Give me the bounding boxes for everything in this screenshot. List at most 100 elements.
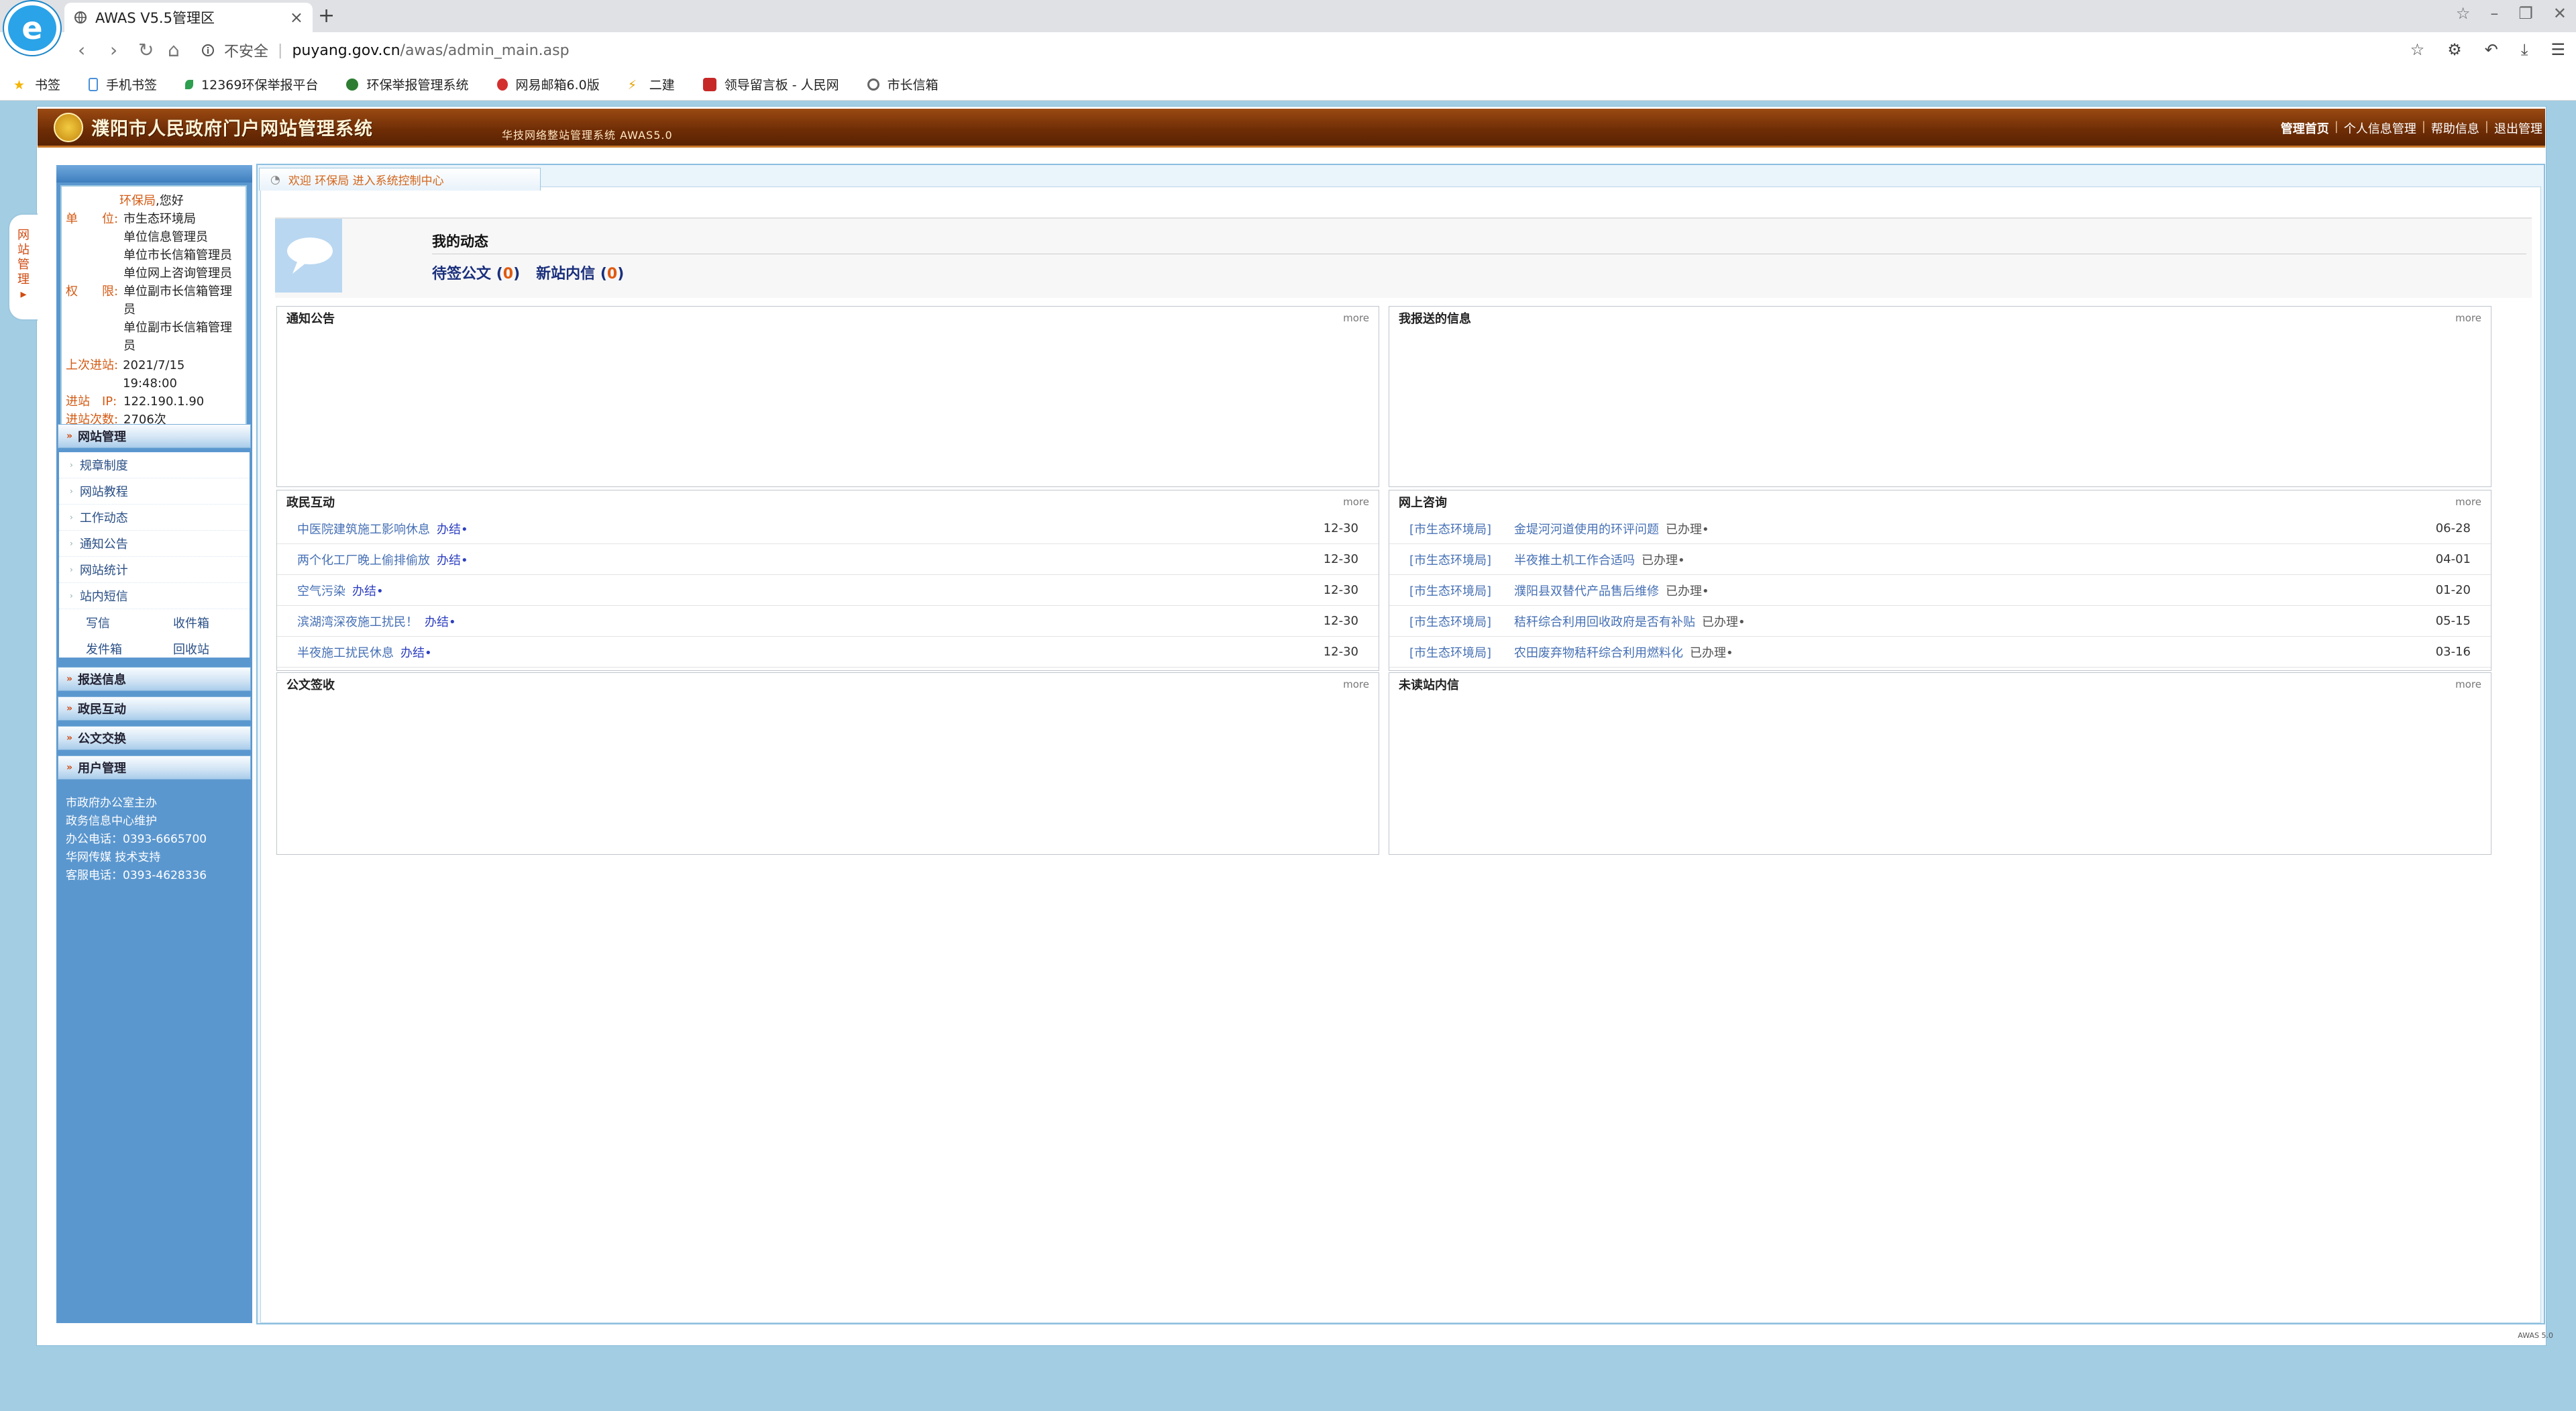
list-item[interactable]: 滨湖湾深夜施工扰民！ 办结• 12-30 bbox=[277, 606, 1379, 637]
nav-item-notices[interactable]: › 通知公告 bbox=[59, 531, 250, 557]
message-subrow: 发件箱 回收站 bbox=[59, 635, 250, 662]
bookmark-item[interactable]: 市长信箱 bbox=[867, 75, 938, 93]
minimize-button[interactable]: – bbox=[2490, 4, 2498, 23]
link-separator: | bbox=[2421, 119, 2426, 134]
system-name: 华技网络整站管理系统 AWAS5.0 bbox=[502, 129, 673, 142]
list-item[interactable]: [市生态环境局] 金堤河河道使用的环评问题 已办理• 06-28 bbox=[1389, 513, 2491, 544]
list-item[interactable]: 两个化工厂晚上偷排偷放 办结• 12-30 bbox=[277, 544, 1379, 575]
perm-line: 单位副市长信箱管理员 bbox=[123, 284, 232, 317]
double-arrow-icon: » bbox=[66, 733, 73, 743]
bookmark-item[interactable]: 网易邮箱6.0版 bbox=[496, 75, 600, 93]
header-links: 管理首页 | 个人信息管理 | 帮助信息 | 退出管理 bbox=[2281, 119, 2542, 137]
bookmark-item[interactable]: ⚡ 二建 bbox=[628, 75, 675, 93]
list-item[interactable]: [市生态环境局] 秸秆综合利用回收政府是否有补贴 已办理• 05-15 bbox=[1389, 606, 2491, 637]
last-login-label: 上次进站: bbox=[66, 358, 119, 372]
list-item[interactable]: 半夜施工扰民休息 办结• 12-30 bbox=[277, 637, 1379, 668]
footer-line: 办公电话：0393-6665700 bbox=[66, 833, 207, 846]
menu-icon[interactable]: ☰ bbox=[2551, 40, 2565, 59]
panel-title: 网上咨询 bbox=[1399, 496, 1447, 510]
window-controls: ☆ – ❐ ✕ bbox=[2456, 4, 2567, 23]
close-window-button[interactable]: ✕ bbox=[2553, 4, 2567, 23]
double-arrow-icon: » bbox=[66, 762, 73, 773]
list-item[interactable]: [市生态环境局] 濮阳县双替代产品售后维修 已办理• 01-20 bbox=[1389, 575, 2491, 606]
link-personal-info[interactable]: 个人信息管理 bbox=[2344, 119, 2416, 137]
browser-tab[interactable]: AWAS V5.5管理区 × bbox=[64, 3, 313, 32]
favorite-icon[interactable]: ☆ bbox=[2456, 4, 2471, 23]
info-icon[interactable] bbox=[201, 44, 215, 57]
list-item[interactable]: 空气污染 办结• 12-30 bbox=[277, 575, 1379, 606]
nav-section-interaction[interactable]: » 政民互动 bbox=[58, 696, 251, 721]
consult-panel: 网上咨询 more [市生态环境局] 金堤河河道使用的环评问题 已办理• 06-28 [… bbox=[1389, 490, 2491, 671]
url-host: puyang.gov.cn bbox=[292, 42, 400, 59]
browser-logo-icon[interactable]: e bbox=[4, 1, 60, 55]
pending-docs-link[interactable]: 待签公文 (0) bbox=[432, 262, 520, 283]
side-tab-char: 站 bbox=[17, 243, 30, 257]
maximize-button[interactable]: ❐ bbox=[2518, 4, 2533, 23]
nav-section-report[interactable]: » 报送信息 bbox=[58, 667, 251, 691]
unit-label: 单 位: bbox=[66, 212, 119, 226]
tab-close-icon[interactable]: × bbox=[290, 8, 303, 27]
more-link[interactable]: more bbox=[2455, 312, 2481, 324]
bookmark-item[interactable]: 12369环保举报平台 bbox=[185, 75, 318, 93]
link-help[interactable]: 帮助信息 bbox=[2431, 119, 2479, 137]
footer-line: 政务信息中心维护 bbox=[66, 815, 157, 828]
list-item[interactable]: 中医院建筑施工影响休息 办结• 12-30 bbox=[277, 513, 1379, 544]
reload-button[interactable]: ↻ bbox=[138, 39, 154, 61]
more-link[interactable]: more bbox=[1343, 678, 1369, 690]
more-link[interactable]: more bbox=[2455, 496, 2481, 508]
nav-sub-outbox[interactable]: 发件箱 bbox=[86, 640, 133, 658]
nav-item-messages[interactable]: › 站内短信 bbox=[59, 583, 250, 609]
bookmarks-bar: ★ 书签 手机书签 12369环保举报平台 环保举报管理系统 网易邮箱6.0版 ⚡… bbox=[0, 68, 2576, 101]
home-button[interactable]: ⌂ bbox=[168, 39, 180, 61]
footer-line: 市政府办公室主办 bbox=[66, 796, 157, 810]
panel-title: 政民互动 bbox=[286, 496, 335, 510]
expand-arrow-icon: ▸ bbox=[20, 287, 27, 301]
bookmark-star-icon[interactable]: ☆ bbox=[2410, 40, 2425, 59]
bookmark-item[interactable]: 环保举报管理系统 bbox=[346, 75, 469, 93]
nav-section-users[interactable]: » 用户管理 bbox=[58, 755, 251, 780]
mail-icon bbox=[496, 78, 508, 91]
more-link[interactable]: more bbox=[1343, 312, 1369, 324]
extensions-icon[interactable]: ⚙ bbox=[2447, 40, 2462, 59]
download-icon[interactable]: ⤓ bbox=[2521, 40, 2528, 59]
url-bar[interactable]: 不安全 | puyang.gov.cn/awas/admin_main.asp bbox=[201, 38, 2368, 63]
new-tab-button[interactable]: + bbox=[318, 4, 335, 28]
new-mail-link[interactable]: 新站内信 (0) bbox=[536, 262, 624, 283]
tab-title: AWAS V5.5管理区 bbox=[95, 10, 215, 26]
link-admin-home[interactable]: 管理首页 bbox=[2281, 119, 2329, 137]
bookmark-item[interactable]: 手机书签 bbox=[89, 75, 157, 93]
bookmark-item[interactable]: 领导留言板 - 人民网 bbox=[702, 75, 839, 93]
greeting-name: 环保局 bbox=[119, 194, 156, 208]
nav-sub-write[interactable]: 写信 bbox=[86, 614, 133, 631]
speech-bubble-icon bbox=[275, 219, 342, 293]
nav-item-rules[interactable]: › 规章制度 bbox=[59, 452, 250, 478]
link-logout[interactable]: 退出管理 bbox=[2494, 119, 2542, 137]
sidebar-top-bar bbox=[56, 165, 252, 182]
double-arrow-icon: » bbox=[66, 431, 73, 441]
nav-section-site-mgmt[interactable]: » 网站管理 bbox=[58, 424, 251, 448]
welcome-tab[interactable]: ◔ 欢迎 环保局 进入系统控制中心 bbox=[259, 168, 541, 191]
list-item[interactable]: [市生态环境局] 半夜推土机工作合适吗 已办理• 04-01 bbox=[1389, 544, 2491, 575]
back-button[interactable]: ‹ bbox=[78, 39, 85, 61]
unit-value: 市生态环境局 bbox=[123, 212, 196, 226]
nav-item-stats[interactable]: › 网站统计 bbox=[59, 557, 250, 583]
unread-panel: 未读站内信 more bbox=[1389, 672, 2491, 855]
nav-sub-inbox[interactable]: 收件箱 bbox=[173, 614, 209, 631]
more-link[interactable]: more bbox=[2455, 678, 2481, 690]
side-tab-char: 网 bbox=[17, 228, 30, 242]
nav-item-tutorial[interactable]: › 网站教程 bbox=[59, 478, 250, 505]
list-item[interactable]: [市生态环境局] 农田废弃物秸秆综合利用燃料化 已办理• 03-16 bbox=[1389, 637, 2491, 668]
nav-section-docs[interactable]: » 公文交换 bbox=[58, 726, 251, 750]
dynamics-title: 我的动态 bbox=[432, 233, 488, 250]
forward-button[interactable]: › bbox=[110, 39, 117, 61]
site-management-side-tab[interactable]: 网 站 管 理 ▸ bbox=[8, 213, 38, 321]
link-separator: | bbox=[2484, 119, 2489, 134]
national-emblem-icon bbox=[54, 113, 83, 142]
ip-value: 122.190.1.90 bbox=[123, 395, 205, 409]
nav-item-work-news[interactable]: › 工作动态 bbox=[59, 505, 250, 531]
more-link[interactable]: more bbox=[1343, 496, 1369, 508]
undo-icon[interactable]: ↶ bbox=[2485, 40, 2498, 59]
bookmark-item[interactable]: ★ 书签 bbox=[13, 75, 60, 93]
nav-sub-trash[interactable]: 回收站 bbox=[173, 640, 209, 658]
sidebar-footer: 市政府办公室主办 政务信息中心维护 办公电话：0393-6665700 华网传媒… bbox=[66, 794, 247, 885]
